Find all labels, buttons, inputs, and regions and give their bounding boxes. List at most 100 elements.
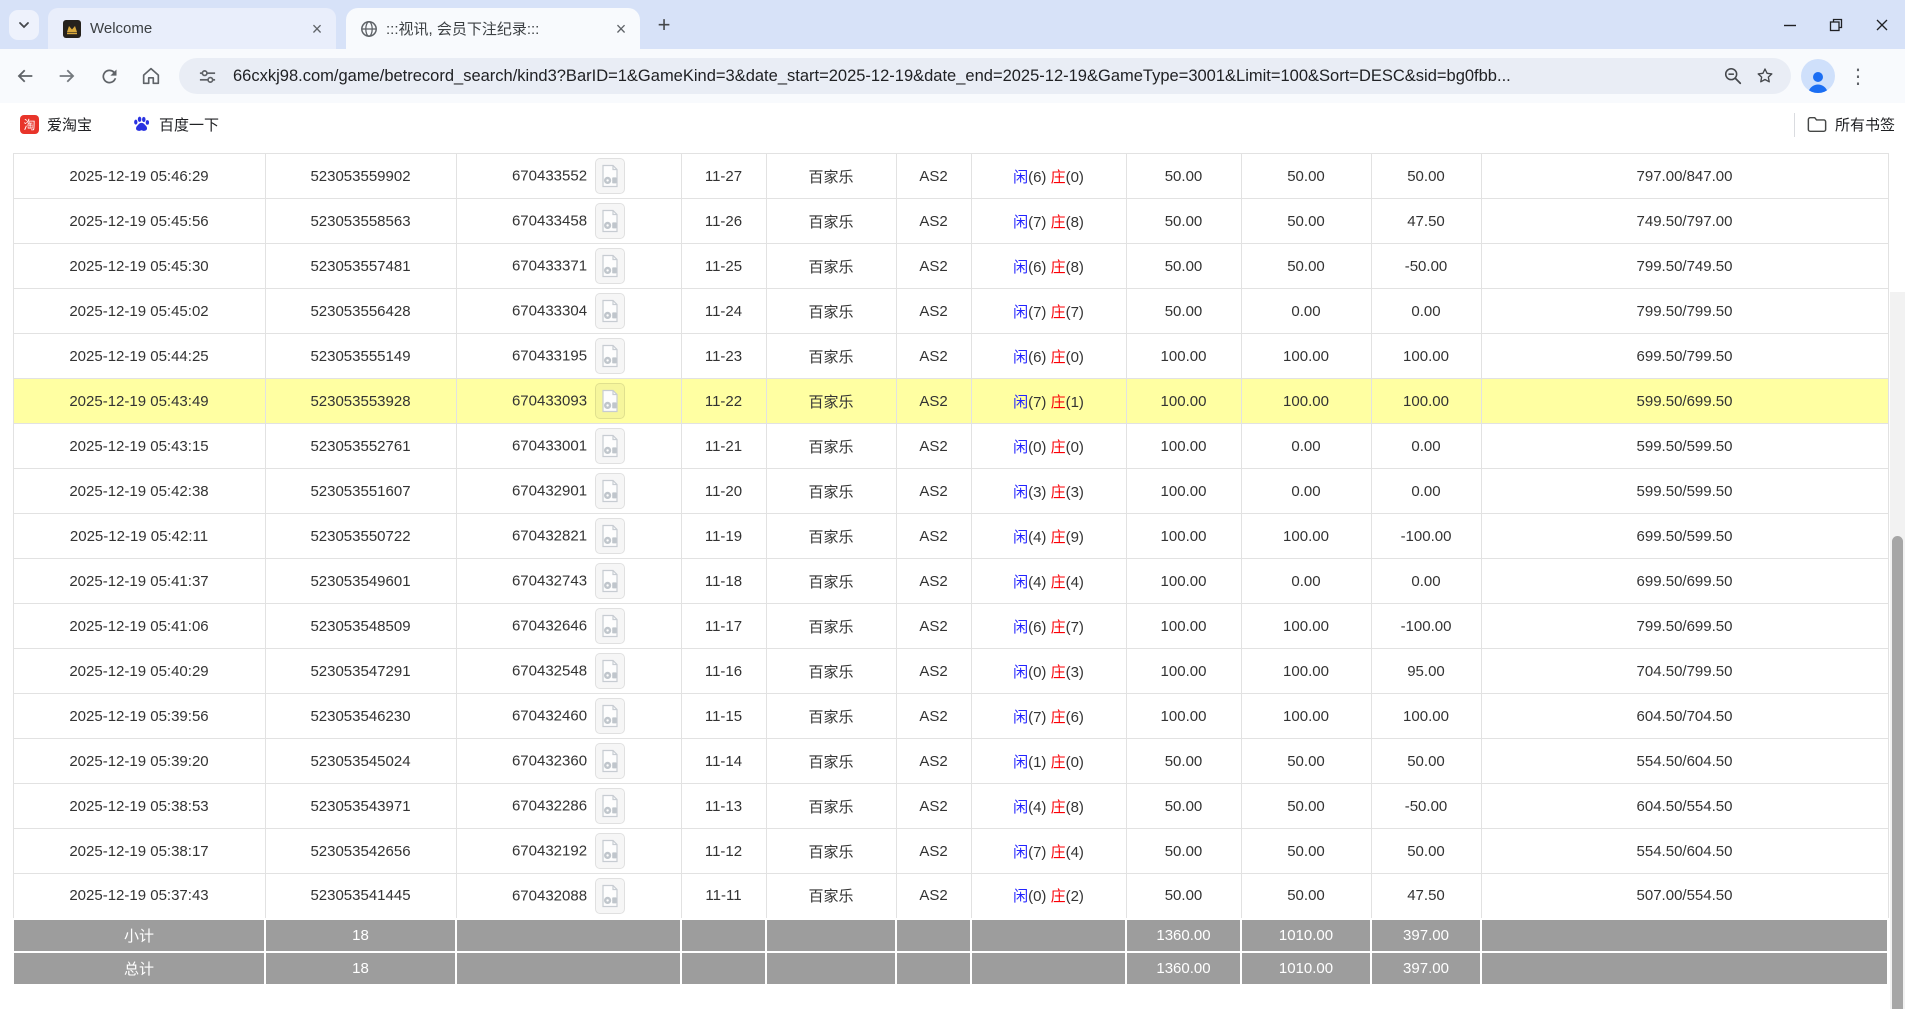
bet-table-body: 2025-12-19 05:46:29523053559902670433552…	[13, 154, 1888, 985]
window-controls	[1767, 0, 1905, 49]
cell-win-loss: 0.00	[1371, 289, 1481, 334]
video-playback-button[interactable]	[595, 743, 625, 779]
cell-bet-detail: 闲(7) 庄(8)	[971, 199, 1126, 244]
table-row: 2025-12-19 05:38:53523053543971670432286…	[13, 784, 1888, 829]
zoom-out-icon[interactable]	[1717, 60, 1749, 92]
video-playback-button[interactable]	[595, 878, 625, 914]
cell-serial-number: 523053556428	[265, 289, 456, 334]
cell-win-loss: -50.00	[1371, 784, 1481, 829]
all-bookmarks-button[interactable]: 所有书签	[1807, 114, 1895, 135]
cell-table-name: AS2	[896, 739, 971, 784]
cell-round: 11-26	[681, 199, 766, 244]
video-playback-button[interactable]	[595, 473, 625, 509]
baidu-paw-icon	[132, 115, 151, 134]
cell-bet-detail: 闲(0) 庄(2)	[971, 874, 1126, 919]
tab-strip: Welcome × :::视讯, 会员下注纪录::: × +	[0, 0, 1905, 49]
cell-table-name: AS2	[896, 289, 971, 334]
video-playback-button[interactable]	[595, 833, 625, 869]
summary-count: 18	[265, 919, 456, 952]
cell-video-id: 670433093	[456, 379, 681, 424]
tab-close-icon[interactable]: ×	[306, 18, 328, 40]
new-tab-button[interactable]: +	[652, 13, 676, 37]
cell-serial-number: 523053542656	[265, 829, 456, 874]
video-playback-button[interactable]	[595, 293, 625, 329]
cell-balance: 604.50/554.50	[1481, 784, 1888, 829]
table-row: 2025-12-19 05:42:38523053551607670432901…	[13, 469, 1888, 514]
close-window-button[interactable]	[1859, 0, 1905, 49]
cell-game-name: 百家乐	[766, 289, 896, 334]
cell-valid-amount: 50.00	[1241, 154, 1371, 199]
video-playback-button[interactable]	[595, 383, 625, 419]
cell-bet-time: 2025-12-19 05:43:15	[13, 424, 265, 469]
scrollbar-thumb[interactable]	[1892, 536, 1903, 1009]
video-playback-button[interactable]	[595, 248, 625, 284]
video-playback-button[interactable]	[595, 563, 625, 599]
globe-icon	[360, 20, 378, 38]
cell-video-id: 670432360	[456, 739, 681, 784]
cell-valid-amount: 100.00	[1241, 649, 1371, 694]
bookmarks-divider	[1794, 113, 1795, 137]
scrollbar-track[interactable]	[1890, 292, 1905, 1009]
cell-serial-number: 523053548509	[265, 604, 456, 649]
bookmark-label: 百度一下	[159, 114, 219, 135]
video-playback-button[interactable]	[595, 518, 625, 554]
cell-video-id: 670433304	[456, 289, 681, 334]
video-playback-button[interactable]	[595, 698, 625, 734]
profile-avatar[interactable]	[1801, 59, 1835, 93]
cell-game-name: 百家乐	[766, 874, 896, 919]
cell-game-name: 百家乐	[766, 379, 896, 424]
site-info-icon[interactable]	[191, 60, 223, 92]
minimize-button[interactable]	[1767, 0, 1813, 49]
cell-win-loss: 0.00	[1371, 559, 1481, 604]
cell-round: 11-14	[681, 739, 766, 784]
video-playback-button[interactable]	[595, 158, 625, 194]
video-playback-button[interactable]	[595, 653, 625, 689]
tab-close-icon[interactable]: ×	[610, 18, 632, 40]
cell-valid-amount: 50.00	[1241, 784, 1371, 829]
video-playback-button[interactable]	[595, 203, 625, 239]
summary-row: 总计181360.001010.00397.00	[13, 952, 1888, 985]
tab-welcome[interactable]: Welcome ×	[48, 8, 336, 49]
summary-empty	[681, 919, 766, 952]
cell-win-loss: 0.00	[1371, 424, 1481, 469]
cell-round: 11-11	[681, 874, 766, 919]
cell-round: 11-23	[681, 334, 766, 379]
video-playback-button[interactable]	[595, 788, 625, 824]
summary-label: 总计	[13, 952, 265, 985]
cell-serial-number: 523053553928	[265, 379, 456, 424]
cell-game-name: 百家乐	[766, 784, 896, 829]
forward-button[interactable]	[47, 56, 87, 96]
video-playback-button[interactable]	[595, 428, 625, 464]
summary-valid-total: 1010.00	[1241, 952, 1371, 985]
bookmark-star-icon[interactable]	[1749, 60, 1781, 92]
cell-bet-time: 2025-12-19 05:39:56	[13, 694, 265, 739]
cell-win-loss: -50.00	[1371, 244, 1481, 289]
video-playback-button[interactable]	[595, 338, 625, 374]
url-text[interactable]: 66cxkj98.com/game/betrecord_search/kind3…	[233, 67, 1717, 86]
cell-bet-detail: 闲(6) 庄(0)	[971, 334, 1126, 379]
tab-search-button[interactable]	[9, 10, 39, 40]
bookmark-label: 爱淘宝	[47, 114, 92, 135]
restore-button[interactable]	[1813, 0, 1859, 49]
back-button[interactable]	[5, 56, 45, 96]
home-button[interactable]	[131, 56, 171, 96]
cell-game-name: 百家乐	[766, 514, 896, 559]
video-playback-button[interactable]	[595, 608, 625, 644]
browser-menu-button[interactable]: ⋮	[1841, 59, 1875, 93]
cell-win-loss: 50.00	[1371, 154, 1481, 199]
cell-balance: 799.50/799.50	[1481, 289, 1888, 334]
bookmark-baidu[interactable]: 百度一下	[124, 109, 227, 141]
tab-betrecord[interactable]: :::视讯, 会员下注纪录::: ×	[346, 8, 640, 49]
url-bar[interactable]: 66cxkj98.com/game/betrecord_search/kind3…	[179, 58, 1791, 94]
cell-balance: 699.50/699.50	[1481, 559, 1888, 604]
cell-round: 11-25	[681, 244, 766, 289]
cell-bet-amount: 50.00	[1126, 874, 1241, 919]
table-row: 2025-12-19 05:37:43523053541445670432088…	[13, 874, 1888, 919]
cell-bet-amount: 50.00	[1126, 199, 1241, 244]
table-row: 2025-12-19 05:38:17523053542656670432192…	[13, 829, 1888, 874]
bookmark-taobao[interactable]: 淘 爱淘宝	[12, 109, 100, 141]
cell-round: 11-13	[681, 784, 766, 829]
cell-serial-number: 523053547291	[265, 649, 456, 694]
reload-button[interactable]	[89, 56, 129, 96]
bet-record-table: 2025-12-19 05:46:29523053559902670433552…	[12, 153, 1889, 986]
